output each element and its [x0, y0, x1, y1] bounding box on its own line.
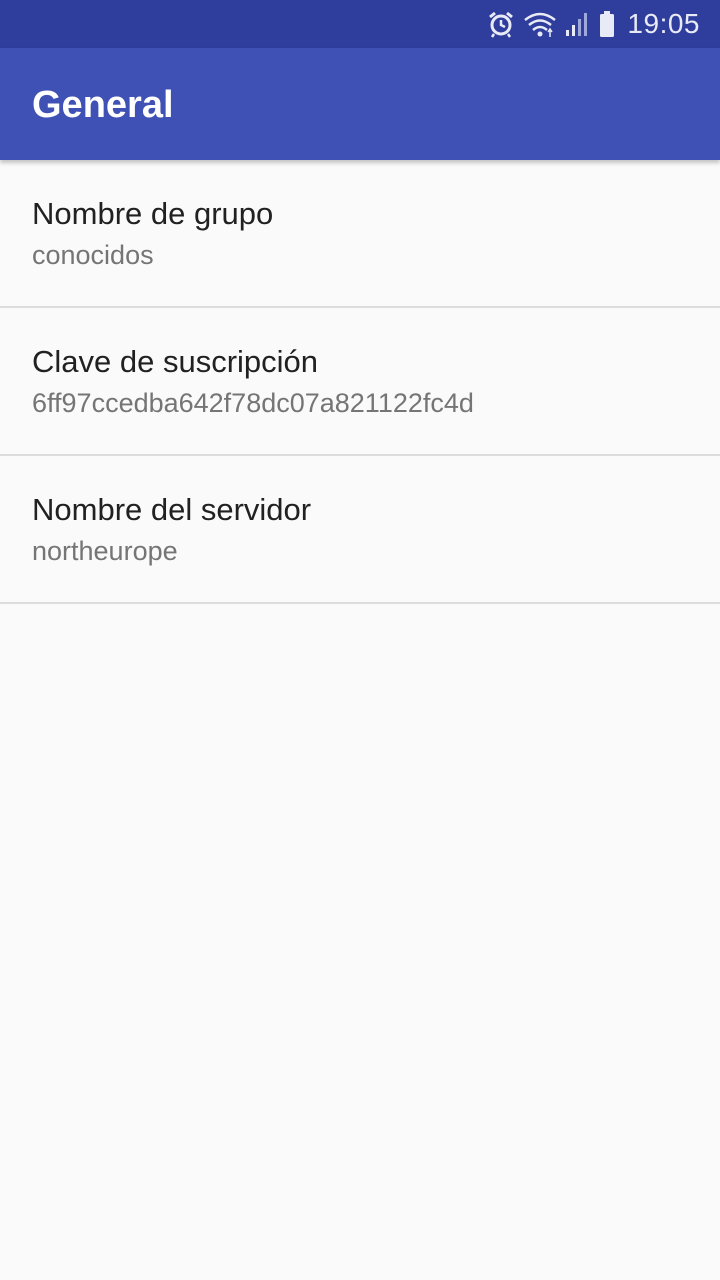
battery-icon [599, 10, 615, 38]
pref-summary: 6ff97ccedba642f78dc07a821122fc4d [32, 388, 474, 418]
pref-subscription-key[interactable]: Clave de suscripción 6ff97ccedba642f78dc… [0, 308, 720, 456]
pref-summary: conocidos [32, 240, 154, 270]
pref-group-name[interactable]: Nombre de grupo conocidos [0, 160, 720, 308]
app-bar: General [0, 48, 720, 160]
alarm-icon [487, 10, 515, 38]
signal-icon [565, 10, 591, 38]
status-bar: 19:05 [0, 0, 720, 48]
pref-title: Nombre del servidor [32, 492, 312, 527]
pref-title: Nombre de grupo [32, 196, 274, 231]
page-title: General [32, 84, 174, 126]
preference-list: Nombre de grupo conocidos Clave de suscr… [0, 160, 720, 604]
pref-server-name[interactable]: Nombre del servidor northeurope [0, 456, 720, 604]
pref-summary: northeurope [32, 536, 178, 566]
pref-title: Clave de suscripción [32, 344, 319, 379]
status-time: 19:05 [627, 8, 700, 39]
wifi-icon [523, 10, 557, 38]
status-icons: 19:05 [487, 0, 700, 48]
